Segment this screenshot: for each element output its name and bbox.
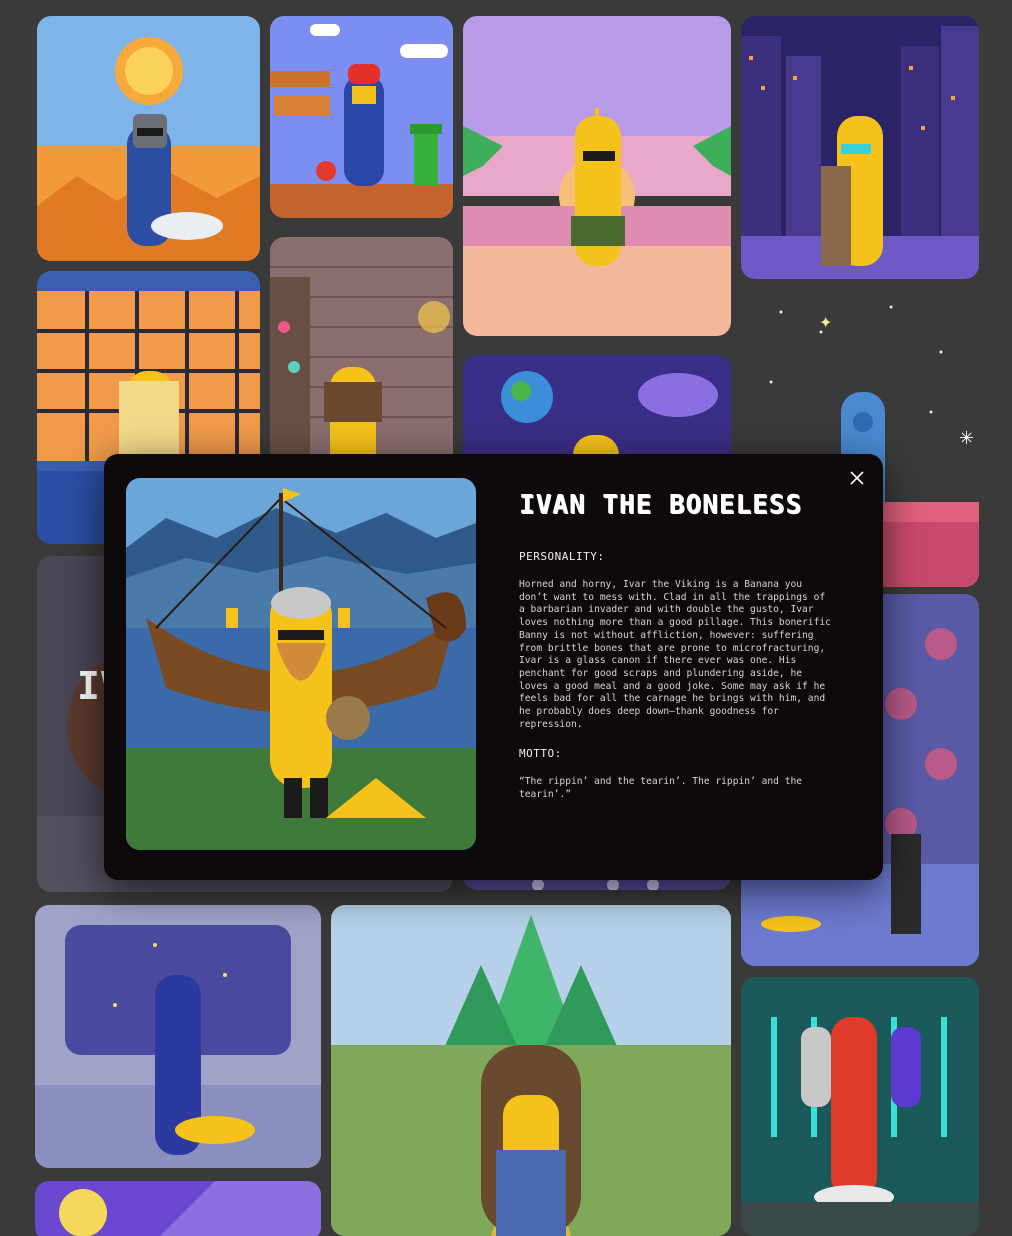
tile-desert-knight[interactable]: [37, 16, 260, 261]
svg-text:✦: ✦: [819, 313, 832, 332]
tile-cryo-lab[interactable]: [741, 977, 979, 1236]
tile-starship-bridge[interactable]: [35, 905, 321, 1168]
character-image: [126, 478, 476, 850]
tile-emerald-city[interactable]: [331, 905, 731, 1236]
motto-label: MOTTO:: [519, 747, 562, 761]
tile-sunset-beach[interactable]: [463, 16, 731, 336]
character-modal: IVAN THE BONELESS PERSONALITY: Horned an…: [104, 454, 883, 880]
personality-label: PERSONALITY:: [519, 550, 605, 563]
close-icon[interactable]: [845, 466, 869, 490]
svg-text:✳: ✳: [959, 428, 974, 449]
tile-mario-world[interactable]: [270, 16, 453, 218]
character-title: IVAN THE BONELESS: [519, 490, 803, 520]
tile-purple-shop[interactable]: [35, 1181, 321, 1236]
motto-text: “The rippin’ and the tearin’. The rippin…: [519, 776, 808, 801]
personality-text: Horned and horny, Ivar the Viking is a B…: [519, 579, 837, 730]
tile-alchemy-lab[interactable]: [270, 237, 453, 477]
tile-cyber-city[interactable]: [741, 16, 979, 279]
